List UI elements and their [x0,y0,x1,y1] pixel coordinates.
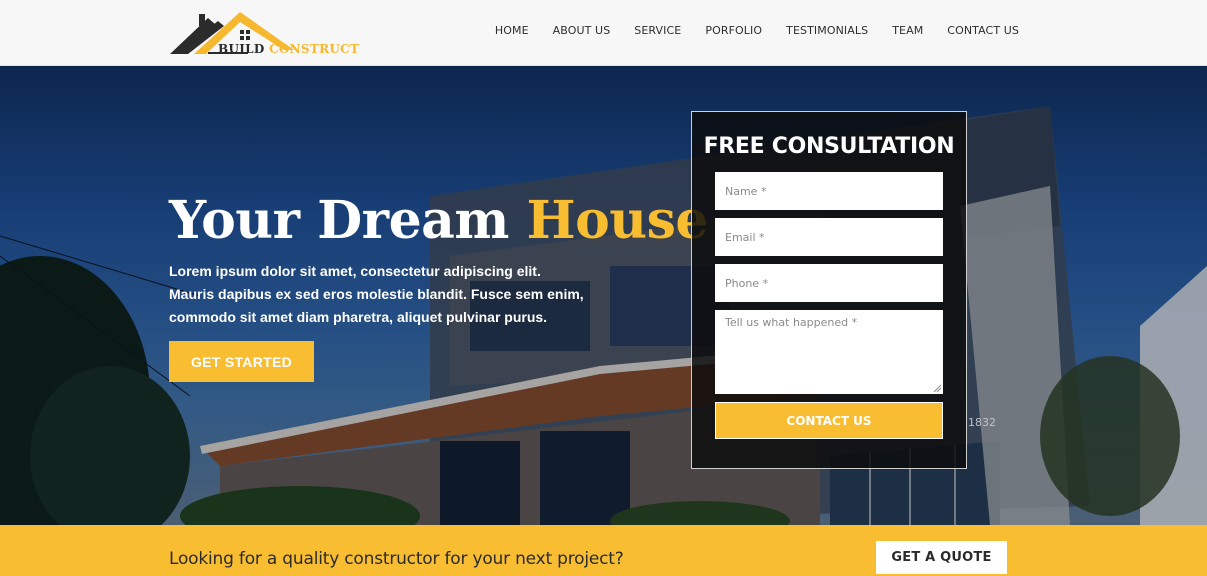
nav-about-us[interactable]: ABOUT US [553,24,611,37]
hero-title-accent: House [526,190,708,251]
email-field[interactable] [715,218,943,256]
form-title: FREE CONSULTATION [703,134,955,159]
site-header: BUILD CONSTRUCT HOME ABOUT US SERVICE PO… [0,0,1207,66]
phone-field[interactable] [715,264,943,302]
name-field[interactable] [715,172,943,210]
contact-us-button[interactable]: CONTACT US [715,402,943,439]
nav-testimonials[interactable]: TESTIMONIALS [786,24,868,37]
hero-title: Your Dream House [169,190,708,251]
main-nav: HOME ABOUT US SERVICE PORFOLIO TESTIMONI… [495,24,1019,37]
nav-portfolio[interactable]: PORFOLIO [705,24,762,37]
get-a-quote-button[interactable]: GET A QUOTE [876,541,1007,574]
resize-grip-icon[interactable] [933,384,942,393]
nav-team[interactable]: TEAM [892,24,923,37]
build-construct-logo[interactable]: BUILD CONSTRUCT [168,6,359,60]
hero-title-main: Your Dream [169,190,527,251]
hero-description: Lorem ipsum dolor sit amet, consectetur … [169,263,584,325]
message-field[interactable] [715,310,943,394]
nav-home[interactable]: HOME [495,24,529,37]
cta-bar: Looking for a quality constructor for yo… [0,525,1207,576]
logo-word-build: BUILD [218,42,265,56]
cta-text: Looking for a quality constructor for yo… [169,549,624,569]
consultation-form: FREE CONSULTATION CONTACT US [691,111,967,469]
logo-word-construct: CONSTRUCT [269,42,360,56]
get-started-button[interactable]: GET STARTED [169,341,314,382]
nav-contact-us[interactable]: CONTACT US [947,24,1019,37]
hero-section: 1832 Your Dream House Lorem ipsum dolor … [0,66,1207,525]
logo-text: BUILD CONSTRUCT [218,42,359,56]
nav-service[interactable]: SERVICE [634,24,681,37]
